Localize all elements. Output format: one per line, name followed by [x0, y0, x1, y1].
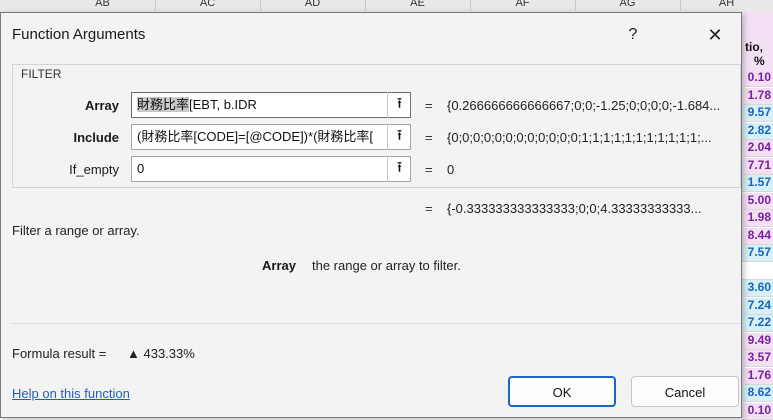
divider	[12, 323, 741, 324]
column-title-cell[interactable]: tio, %	[742, 12, 773, 70]
column-header-af[interactable]: AF	[470, 0, 576, 11]
include-label: Include	[73, 130, 119, 145]
array-equals: =	[425, 98, 433, 113]
cell[interactable]: 8.62	[742, 385, 773, 402]
if-empty-collapse-icon[interactable]: ⭱	[387, 156, 411, 182]
argument-help-name: Array	[262, 258, 296, 273]
function-arguments-dialog: Function Arguments ? ✕ FILTER Array 財務比率…	[0, 12, 742, 418]
cell[interactable]	[742, 262, 773, 280]
help-on-function-link[interactable]: Help on this function	[12, 386, 130, 401]
cell[interactable]: 5.00	[742, 192, 773, 210]
if-empty-label: If_empty	[69, 162, 119, 177]
help-button[interactable]: ?	[621, 23, 645, 47]
function-description: Filter a range or array.	[12, 223, 140, 238]
array-input-text: [EBT, b.IDR	[189, 97, 257, 112]
cancel-button[interactable]: Cancel	[631, 376, 739, 407]
column-header-ab[interactable]: AB	[50, 0, 156, 11]
cell[interactable]: 7.57	[742, 245, 773, 262]
formula-result-label: Formula result =	[12, 346, 107, 361]
cell[interactable]: 2.04	[742, 140, 773, 157]
column-header-ac[interactable]: AC	[155, 0, 261, 11]
close-icon[interactable]: ✕	[701, 23, 729, 47]
if-empty-input[interactable]: 0	[131, 156, 411, 182]
cell[interactable]: 0.10	[742, 402, 773, 420]
include-input[interactable]: (財務比率[CODE]=[@CODE])*(財務比率[	[131, 124, 411, 150]
cell[interactable]: 1.57	[742, 175, 773, 192]
column-header-ah[interactable]: AH	[680, 0, 773, 11]
cell[interactable]: 2.82	[742, 122, 773, 140]
array-label: Array	[85, 98, 119, 113]
visible-column-cells: tio, % 0.10 1.78 9.57 2.82 2.04 7.71 1.57 5.00 1…	[742, 12, 773, 420]
column-header-ag[interactable]: AG	[575, 0, 681, 11]
array-input-selection: 財務比率	[137, 97, 190, 112]
array-collapse-icon[interactable]: ⭱	[387, 92, 411, 118]
cell[interactable]: 1.78	[742, 87, 773, 105]
cell[interactable]: 0.10	[742, 70, 773, 87]
dialog-titlebar[interactable]: Function Arguments ? ✕	[1, 13, 741, 55]
cell[interactable]: 3.60	[742, 280, 773, 297]
array-result: {0.266666666666667;0;0;-1.25;0;0;0;0;-1.…	[447, 98, 721, 113]
overall-equals: =	[425, 201, 433, 216]
if-empty-equals: =	[425, 162, 433, 177]
if-empty-input-text: 0	[137, 161, 145, 176]
cell[interactable]: 7.22	[742, 315, 773, 332]
cell[interactable]: 7.71	[742, 157, 773, 175]
dialog-title: Function Arguments	[12, 26, 146, 43]
function-name-label: FILTER	[21, 67, 62, 81]
column-header-ad[interactable]: AD	[260, 0, 366, 11]
column-header-ae[interactable]: AE	[365, 0, 471, 11]
cell[interactable]: 1.76	[742, 367, 773, 385]
cell[interactable]: 9.57	[742, 105, 773, 122]
column-title-line2: %	[754, 54, 765, 68]
array-input[interactable]: 財務比率[EBT, b.IDR	[131, 92, 411, 118]
column-title-line1: tio,	[745, 40, 763, 54]
cell[interactable]: 8.44	[742, 227, 773, 245]
include-collapse-icon[interactable]: ⭱	[387, 124, 411, 150]
cell[interactable]: 9.49	[742, 332, 773, 350]
cell[interactable]: 1.98	[742, 210, 773, 227]
if-empty-result: 0	[447, 162, 455, 177]
cell[interactable]: 3.57	[742, 350, 773, 367]
formula-result-value: ▲ 433.33%	[127, 346, 195, 361]
argument-help-text: the range or array to filter.	[312, 258, 461, 273]
include-input-text: (財務比率[CODE]=[@CODE])*(財務比率[	[137, 129, 374, 144]
include-equals: =	[425, 130, 433, 145]
ok-button[interactable]: OK	[508, 376, 616, 407]
cell[interactable]: 7.24	[742, 297, 773, 315]
overall-result: {-0.333333333333333;0;0;4.33333333333...	[447, 201, 702, 216]
include-result: {0;0;0;0;0;0;0;0;0;0;0;0;1;1;1;1;1;1;1;1…	[447, 130, 712, 145]
